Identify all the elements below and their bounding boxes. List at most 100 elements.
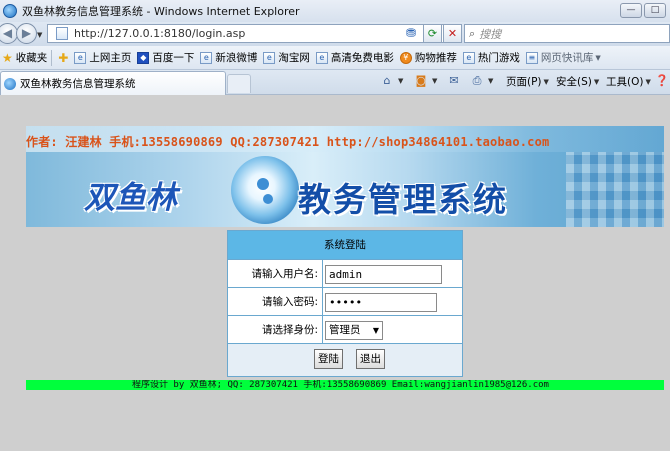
column-divider xyxy=(322,260,323,288)
stop-icon: ✕ xyxy=(447,27,458,40)
exit-button[interactable]: 退出 xyxy=(356,349,385,369)
chevron-down-icon: ▼ xyxy=(645,77,651,86)
chevron-down-icon: ▼ xyxy=(398,76,404,85)
role-select[interactable]: 管理员 ▼ xyxy=(325,321,383,340)
chevron-down-icon: ▼ xyxy=(543,77,549,86)
maximize-button[interactable]: □ xyxy=(644,3,666,18)
help-button[interactable]: ❓ xyxy=(655,74,670,87)
read-mail-button[interactable]: ✉ xyxy=(447,74,463,87)
tab-command-bar: 双鱼林教务信息管理系统 ⌂ ▼ ◙ ▼ ✉ ⎙ ▼ 页面(P) ▼ 安全(S) ▼ 工具(… xyxy=(0,70,670,95)
tab-title: 双鱼林教务信息管理系统 xyxy=(20,78,136,90)
banner-system-title: 教务管理系统 xyxy=(298,180,508,219)
ie-logo-icon xyxy=(3,4,17,18)
username-row: 请输入用户名: xyxy=(228,260,462,288)
banner-author-line: 作者: 汪建林 手机:13558690869 QQ:287307421 http… xyxy=(26,135,550,149)
stop-button[interactable]: ✕ xyxy=(443,24,462,43)
ie-page-icon: e xyxy=(315,51,328,64)
chevron-down-icon: ▼ xyxy=(595,53,601,62)
logo-dot xyxy=(257,178,269,190)
logo-dot xyxy=(263,194,273,204)
add-favorite-icon[interactable]: ✚ xyxy=(58,51,68,65)
password-input[interactable] xyxy=(325,293,437,312)
recent-pages-dropdown-icon[interactable]: ▼ xyxy=(37,31,42,39)
forward-button[interactable]: ▶ xyxy=(16,23,37,44)
shopping-icon: ¥ xyxy=(399,51,412,64)
favorite-link[interactable]: ◆ 百度一下 xyxy=(137,50,194,65)
favorite-label: 购物推荐 xyxy=(414,52,457,64)
ie-page-icon: e xyxy=(200,51,213,64)
mail-icon: ✉ xyxy=(449,74,459,87)
favorites-separator xyxy=(51,49,53,66)
favorite-link[interactable]: ¥ 购物推荐 xyxy=(399,50,457,65)
back-arrow-icon: ◀ xyxy=(2,26,13,40)
safety-menu[interactable]: 安全(S) ▼ xyxy=(556,74,599,89)
printer-icon: ⎙ xyxy=(472,74,482,87)
feeds-button[interactable]: ◙ ▼ xyxy=(414,74,438,87)
refresh-icon: ⟳ xyxy=(427,27,438,40)
new-tab-button[interactable] xyxy=(227,74,251,93)
favorite-label: 网页快讯库 xyxy=(540,52,594,64)
ie-page-icon: e xyxy=(74,51,87,64)
favorite-link[interactable]: e 新浪微博 xyxy=(200,50,257,65)
chevron-down-icon: ▼ xyxy=(372,326,379,335)
footer-credits: 程序设计 by 双鱼林; QQ: 287307421 手机:1355869086… xyxy=(26,380,664,390)
ie-page-icon: e xyxy=(462,51,475,64)
favorite-link[interactable]: e 上网主页 xyxy=(74,50,131,65)
favorite-label: 热门游戏 xyxy=(477,52,520,64)
baidu-paw-icon: ◆ xyxy=(137,51,150,64)
rss-feed-icon: ◙ xyxy=(415,74,427,87)
search-field[interactable]: ⌕ 搜搜 xyxy=(464,24,670,43)
favorite-label: 淘宝网 xyxy=(278,52,310,64)
username-label: 请输入用户名: xyxy=(251,268,318,280)
search-icon[interactable]: ⌕ xyxy=(469,27,475,41)
banner-brand-name: 双鱼林 xyxy=(84,180,177,216)
address-field[interactable]: http://127.0.0.1:8180/login.asp ⛃ ▼ xyxy=(47,24,461,43)
favorite-link[interactable]: e 高清免费电影 xyxy=(315,50,394,65)
favorites-bar: ★ 收藏夹 ✚ e 上网主页 ◆ 百度一下 e 新浪微博 e 淘宝网 e 高清免费电影 ¥… xyxy=(0,46,670,70)
home-icon: ⌂ xyxy=(383,74,391,87)
role-label: 请选择身份: xyxy=(261,324,318,336)
page-icon xyxy=(56,27,68,40)
header-banner: 作者: 汪建林 手机:13558690869 QQ:287307421 http… xyxy=(26,126,664,227)
page-content: 作者: 汪建林 手机:13558690869 QQ:287307421 http… xyxy=(0,96,670,451)
page-menu[interactable]: 页面(P) ▼ xyxy=(506,74,549,89)
login-form-title: 系统登陆 xyxy=(228,231,462,260)
favorite-label: 上网主页 xyxy=(89,52,132,64)
role-row: 请选择身份: 管理员 ▼ xyxy=(228,316,462,344)
favorites-star-icon[interactable]: ★ xyxy=(2,51,13,65)
tab-active[interactable]: 双鱼林教务信息管理系统 xyxy=(0,71,226,95)
page-menu-label: 页面(P) xyxy=(506,76,542,88)
password-row: 请输入密码: xyxy=(228,288,462,316)
refresh-button[interactable]: ⟳ xyxy=(423,24,442,43)
web-slice-gallery-link[interactable]: ≡ 网页快讯库 ▼ xyxy=(525,50,601,65)
chevron-down-icon: ▼ xyxy=(488,76,494,85)
favorite-label: 高清免费电影 xyxy=(330,52,394,64)
role-select-value: 管理员 xyxy=(329,324,361,336)
chevron-down-icon: ▼ xyxy=(432,76,438,85)
favorite-link[interactable]: e 淘宝网 xyxy=(263,50,310,65)
username-input[interactable] xyxy=(325,265,442,284)
home-button[interactable]: ⌂ ▼ xyxy=(380,74,404,87)
compatibility-view-icon[interactable]: ⛃ xyxy=(406,26,416,40)
window-title: 双鱼林教务信息管理系统 - Windows Internet Explorer xyxy=(22,5,300,18)
ie-page-icon xyxy=(4,77,16,90)
web-slice-icon: ≡ xyxy=(525,51,538,64)
url-text[interactable]: http://127.0.0.1:8180/login.asp xyxy=(74,27,245,40)
login-form: 系统登陆 请输入用户名: 请输入密码: 请选择身份: 管理员 ▼ 登陆 退出 xyxy=(227,230,463,377)
fish-logo-icon xyxy=(231,156,299,224)
safety-menu-label: 安全(S) xyxy=(556,76,592,88)
help-icon: ❓ xyxy=(655,74,669,87)
minimize-button[interactable]: — xyxy=(620,3,642,18)
favorite-link[interactable]: e 热门游戏 xyxy=(462,50,520,65)
favorites-button[interactable]: 收藏夹 xyxy=(16,50,48,65)
password-label: 请输入密码: xyxy=(261,296,318,308)
column-divider xyxy=(322,316,323,344)
forward-arrow-icon: ▶ xyxy=(21,26,32,40)
window-controls: — □ xyxy=(620,3,666,18)
window-title-bar: 双鱼林教务信息管理系统 - Windows Internet Explorer … xyxy=(0,0,670,22)
tools-menu[interactable]: 工具(O) ▼ xyxy=(606,74,651,89)
login-button[interactable]: 登陆 xyxy=(314,349,343,369)
banner-decoration xyxy=(566,152,664,227)
address-toolbar: ◀ ▶ ▼ http://127.0.0.1:8180/login.asp ⛃ … xyxy=(0,22,670,46)
print-button[interactable]: ⎙ ▼ xyxy=(470,74,494,87)
